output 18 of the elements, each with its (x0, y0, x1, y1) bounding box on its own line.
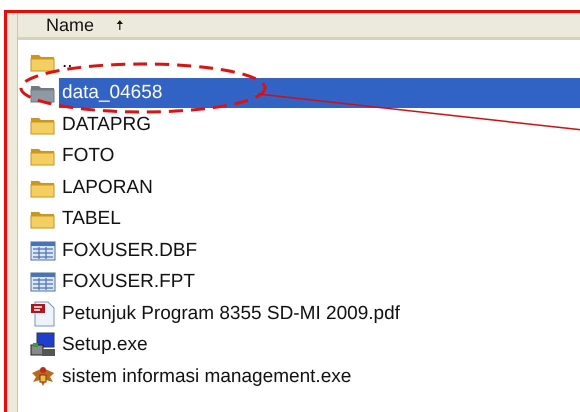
sort-arrow-icon: 🠅 (116, 18, 124, 32)
file-list-item[interactable]: Petunjuk Program 8355 SD-MI 2009.pdf (59, 300, 403, 327)
file-list-item[interactable]: .. (59, 48, 76, 75)
table-icon (30, 240, 56, 262)
column-label: Name (46, 14, 94, 36)
file-list-item[interactable]: FOTO (59, 143, 118, 170)
file-list-item[interactable]: DATAPRG (59, 112, 154, 138)
column-header[interactable]: Name 🠅 (18, 13, 580, 40)
computer-icon (30, 332, 56, 358)
file-list-item[interactable]: TABEL (59, 206, 124, 232)
file-list-item[interactable]: LAPORAN (59, 174, 156, 201)
file-list-item[interactable]: Setup.exe (59, 332, 151, 358)
table-icon (30, 271, 56, 294)
file-list-item[interactable]: FOXUSER.FPT (59, 269, 198, 296)
file-list-item[interactable]: FOXUSER.DBF (59, 238, 200, 264)
file-list-item[interactable]: sistem informasi management.exe (59, 364, 354, 390)
file-list-item[interactable]: data_04658 (59, 78, 580, 108)
pdf-file-icon (30, 300, 56, 327)
